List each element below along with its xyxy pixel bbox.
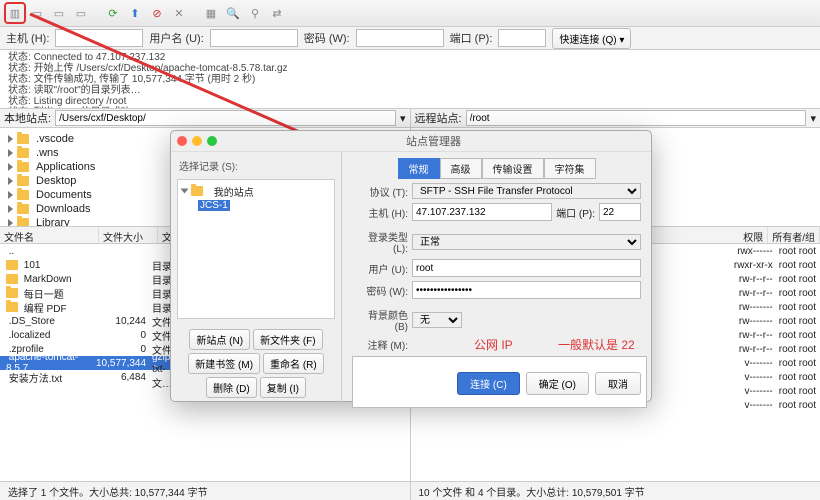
chevron-down-icon[interactable]: ▾ — [400, 112, 406, 125]
username-input[interactable] — [210, 29, 298, 47]
tab-transfer[interactable]: 传输设置 — [482, 158, 544, 179]
new-bookmark-button[interactable]: 新建书签 (M) — [188, 353, 260, 374]
cancel-button[interactable]: 取消 — [595, 372, 641, 395]
rename-button[interactable]: 重命名 (R) — [263, 353, 324, 374]
dialog-title: 站点管理器 — [222, 133, 645, 149]
user-field[interactable] — [412, 259, 641, 277]
toolbar-button[interactable]: ▦ — [202, 4, 220, 22]
app-window: ▥ ▭ ▭ ▭ ⟳ ⬆ ⊘ ✕ ▦ 🔍 ⚲ ⇄ 主机 (H): 用户名 (U):… — [0, 0, 820, 500]
tab-general[interactable]: 常规 — [398, 158, 440, 179]
host-label: 主机 (H): — [6, 30, 49, 46]
log-panel: 状态: Connected to 47.107.237.132 状态: 开始上传… — [0, 50, 820, 109]
status-bar: 选择了 1 个文件。大小总共: 10,577,344 字节 10 个文件 和 4… — [0, 481, 820, 500]
toolbar-button[interactable]: ▭ — [50, 4, 68, 22]
disconnect-icon[interactable]: ✕ — [170, 4, 188, 22]
annotation-ip: 公网 IP — [474, 336, 513, 353]
site-manager-button[interactable]: ▥ — [6, 4, 24, 22]
minimize-window-icon[interactable] — [192, 136, 202, 146]
tab-bar: 常规 高级 传输设置 字符集 — [352, 158, 641, 179]
protocol-select[interactable]: SFTP - SSH File Transfer Protocol — [412, 183, 641, 199]
compare-icon[interactable]: ⇄ — [268, 4, 286, 22]
site-tree[interactable]: 我的站点 JCS-1 — [177, 179, 335, 319]
toolbar-button[interactable]: ▭ — [28, 4, 46, 22]
site-manager-dialog: 站点管理器 选择记录 (S): 我的站点 JCS-1 新站点 (N) 新文件夹 … — [170, 130, 652, 402]
tab-advanced[interactable]: 高级 — [440, 158, 482, 179]
search-icon[interactable]: 🔍 — [224, 4, 242, 22]
new-folder-button[interactable]: 新文件夹 (F) — [253, 329, 323, 350]
connect-button[interactable]: 连接 (C) — [457, 372, 520, 395]
copy-button[interactable]: 复制 (I) — [260, 377, 306, 398]
local-site-label: 本地站点: — [4, 110, 51, 126]
port-input[interactable] — [498, 29, 546, 47]
quick-connect-button[interactable]: 快速连接 (Q) ▾ — [552, 28, 631, 49]
filter-icon[interactable]: ⚲ — [246, 4, 264, 22]
pass-label: 密码 (W): — [304, 30, 350, 46]
remote-path-input[interactable] — [466, 110, 807, 126]
refresh-icon[interactable]: ⟳ — [104, 4, 122, 22]
tab-charset[interactable]: 字符集 — [544, 158, 596, 179]
user-label: 用户名 (U): — [149, 30, 203, 46]
delete-button[interactable]: 删除 (D) — [206, 377, 257, 398]
status-left: 选择了 1 个文件。大小总共: 10,577,344 字节 — [0, 482, 410, 500]
logon-type-select[interactable]: 正常 — [412, 234, 641, 250]
status-right: 10 个文件 和 4 个目录。大小总计: 10,579,501 字节 — [410, 482, 820, 500]
port-field[interactable] — [599, 203, 641, 221]
quick-connect-bar: 主机 (H): 用户名 (U): 密码 (W): 端口 (P): 快速连接 (Q… — [0, 27, 820, 50]
remote-site-label: 远程站点: — [415, 110, 462, 126]
port-label: 端口 (P): — [450, 30, 493, 46]
host-field[interactable] — [412, 203, 552, 221]
toolbar-button[interactable]: ▭ — [72, 4, 90, 22]
folder-icon — [191, 186, 203, 196]
cancel-icon[interactable]: ⊘ — [148, 4, 166, 22]
local-path-input[interactable] — [55, 110, 396, 126]
main-toolbar: ▥ ▭ ▭ ▭ ⟳ ⬆ ⊘ ✕ ▦ 🔍 ⚲ ⇄ — [0, 0, 820, 27]
close-window-icon[interactable] — [177, 136, 187, 146]
select-entry-label: 选择记录 (S): — [171, 152, 341, 179]
chevron-down-icon[interactable]: ▾ — [810, 112, 816, 125]
annotation-port: 一般默认是 22 — [558, 336, 635, 353]
password-field[interactable] — [412, 281, 641, 299]
new-site-button[interactable]: 新站点 (N) — [189, 329, 250, 350]
bg-color-select[interactable]: 无 — [412, 312, 462, 328]
ok-button[interactable]: 确定 (O) — [526, 372, 589, 395]
zoom-window-icon[interactable] — [207, 136, 217, 146]
upload-icon[interactable]: ⬆ — [126, 4, 144, 22]
password-input[interactable] — [356, 29, 444, 47]
host-input[interactable] — [55, 29, 143, 47]
